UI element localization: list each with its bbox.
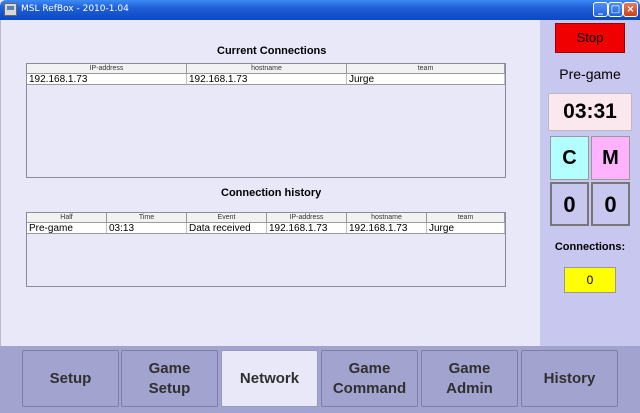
cell-half: Pre-game xyxy=(27,223,107,233)
table-header: IP-address hostname team xyxy=(27,64,505,74)
status-panel: Stop Pre-game 03:31 C M 0 0 Connections:… xyxy=(540,20,640,346)
game-timer: 03:31 xyxy=(548,93,632,131)
minimize-button[interactable]: _ xyxy=(593,2,608,17)
bottom-navigation: Setup Game Setup Network Game Command Ga… xyxy=(0,346,640,413)
cell-hostname: 192.168.1.73 xyxy=(187,74,347,84)
current-connections-title: Current Connections xyxy=(217,45,327,57)
column-header-hostname[interactable]: hostname xyxy=(187,64,347,73)
tab-game-admin[interactable]: Game Admin xyxy=(421,350,518,407)
app-icon xyxy=(4,3,17,16)
column-header-team[interactable]: team xyxy=(427,213,505,222)
connections-label: Connections: xyxy=(554,241,626,253)
maximize-icon: □ xyxy=(610,4,621,15)
connection-history-title: Connection history xyxy=(221,187,322,199)
column-header-hostname[interactable]: hostname xyxy=(347,213,427,222)
column-header-ip[interactable]: IP-address xyxy=(27,64,187,73)
window-titlebar: MSL RefBox - 2010-1.04 _ □ × xyxy=(0,0,640,20)
maximize-button[interactable]: □ xyxy=(608,2,623,17)
current-connections-table[interactable]: IP-address hostname team 192.168.1.73 19… xyxy=(26,63,506,178)
cell-time: 03:13 xyxy=(107,223,187,233)
team-cyan-label[interactable]: C xyxy=(550,136,589,180)
connections-count: 0 xyxy=(564,267,616,293)
table-row[interactable]: Pre-game 03:13 Data received 192.168.1.7… xyxy=(27,223,505,234)
team-cyan-score: 0 xyxy=(550,182,589,226)
team-magenta-label[interactable]: M xyxy=(591,136,630,180)
tab-network[interactable]: Network xyxy=(221,350,318,407)
cell-team: Jurge xyxy=(427,223,505,233)
tab-game-command[interactable]: Game Command xyxy=(321,350,418,407)
close-button[interactable]: × xyxy=(623,2,638,17)
close-icon: × xyxy=(626,4,635,15)
table-header: Half Time Event IP-address hostname team xyxy=(27,213,505,223)
column-header-half[interactable]: Half xyxy=(27,213,107,222)
stop-button[interactable]: Stop xyxy=(555,23,625,53)
tab-history[interactable]: History xyxy=(521,350,618,407)
cell-event: Data received xyxy=(187,223,267,233)
column-header-team[interactable]: team xyxy=(347,64,505,73)
cell-ip: 192.168.1.73 xyxy=(27,74,187,84)
tab-game-setup[interactable]: Game Setup xyxy=(121,350,218,407)
cell-ip: 192.168.1.73 xyxy=(267,223,347,233)
cell-hostname: 192.168.1.73 xyxy=(347,223,427,233)
column-header-time[interactable]: Time xyxy=(107,213,187,222)
team-magenta-score: 0 xyxy=(591,182,630,226)
column-header-event[interactable]: Event xyxy=(187,213,267,222)
tab-setup[interactable]: Setup xyxy=(22,350,119,407)
network-panel: Current Connections IP-address hostname … xyxy=(0,20,540,346)
window-title: MSL RefBox - 2010-1.04 xyxy=(21,4,129,14)
game-phase: Pre-game xyxy=(559,66,621,82)
minimize-icon: _ xyxy=(598,4,603,15)
connection-history-table[interactable]: Half Time Event IP-address hostname team… xyxy=(26,212,506,287)
cell-team: Jurge xyxy=(347,74,505,84)
column-header-ip[interactable]: IP-address xyxy=(267,213,347,222)
table-row[interactable]: 192.168.1.73 192.168.1.73 Jurge xyxy=(27,74,505,85)
